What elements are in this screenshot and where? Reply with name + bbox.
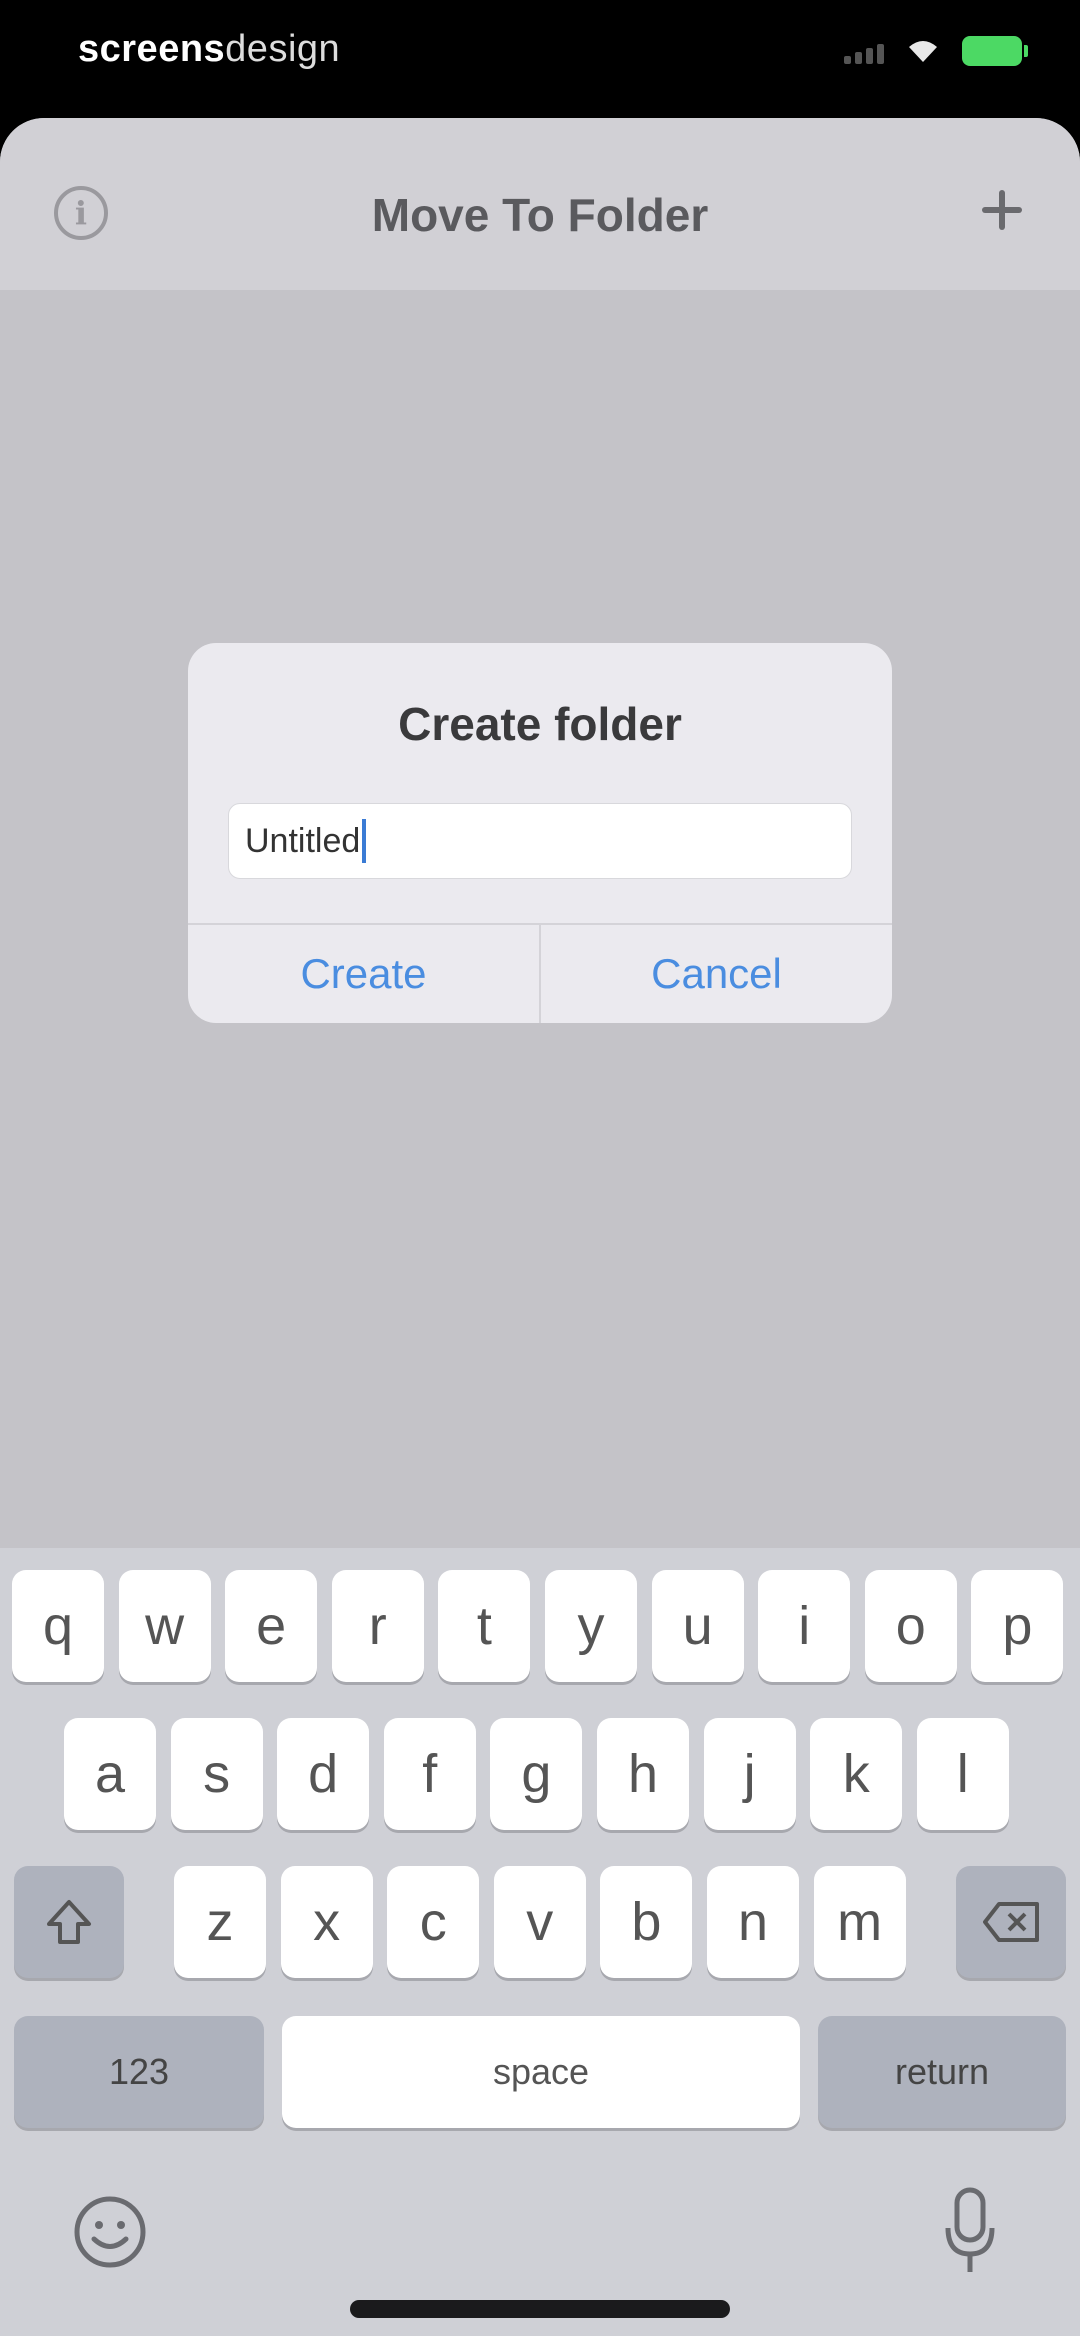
space-key[interactable]: space [282,2016,800,2128]
key-o[interactable]: o [864,1570,957,1682]
numbers-key[interactable]: 123 [14,2016,264,2128]
key-y[interactable]: y [545,1570,637,1682]
carrier-light: design [225,28,341,70]
sheet-header: i Move To Folder [0,118,1080,290]
plus-icon[interactable] [972,180,1032,240]
key-h[interactable]: h [597,1718,689,1830]
shift-icon [47,1900,91,1944]
create-button[interactable]: Create [188,925,539,1023]
signal-icon [844,38,884,64]
key-s[interactable]: s [170,1718,263,1830]
key-k[interactable]: k [810,1718,903,1830]
text-caret [362,819,367,863]
backspace-icon [983,1902,1039,1942]
keyboard: qwertyuiop asdfghjkl zxcvbnm 123 space r… [0,1548,1080,2336]
shift-key[interactable] [14,1866,124,1978]
key-r[interactable]: r [331,1570,424,1682]
page-title: Move To Folder [371,189,709,241]
wifi-icon [909,41,937,62]
key-m[interactable]: m [813,1866,906,1978]
key-x[interactable]: x [280,1866,373,1978]
key-e[interactable]: e [225,1570,318,1682]
key-b[interactable]: b [600,1866,693,1978]
key-q[interactable]: q [12,1570,104,1682]
emoji-icon[interactable] [70,2192,150,2272]
folder-name-value: Untitled [245,821,361,860]
key-f[interactable]: f [383,1718,476,1830]
key-n[interactable]: n [707,1866,799,1978]
key-j[interactable]: j [703,1718,796,1830]
key-w[interactable]: w [118,1570,211,1682]
key-l[interactable]: l [916,1718,1009,1830]
carrier-label: screensdesign [78,28,340,71]
return-key[interactable]: return [818,2016,1066,2128]
home-indicator [350,2300,730,2318]
create-folder-dialog: Create folder Untitled Create Cancel [188,643,892,1023]
key-p[interactable]: p [971,1570,1064,1682]
key-g[interactable]: g [490,1718,583,1830]
key-t[interactable]: t [438,1570,531,1682]
microphone-icon[interactable] [940,2184,1000,2280]
status-bar: screensdesign [0,0,1080,110]
folder-name-input[interactable]: Untitled [228,803,852,879]
cancel-button[interactable]: Cancel [541,925,892,1023]
dialog-title: Create folder [398,698,682,750]
key-i[interactable]: i [758,1570,851,1682]
battery-icon [962,36,1028,66]
key-v[interactable]: v [493,1866,586,1978]
key-a[interactable]: a [64,1718,156,1830]
key-u[interactable]: u [651,1570,744,1682]
key-d[interactable]: d [277,1718,370,1830]
status-icons [844,36,1028,66]
carrier-bold: screens [78,28,226,70]
delete-key[interactable] [956,1866,1066,1978]
key-c[interactable]: c [387,1866,480,1978]
key-z[interactable]: z [174,1866,266,1978]
